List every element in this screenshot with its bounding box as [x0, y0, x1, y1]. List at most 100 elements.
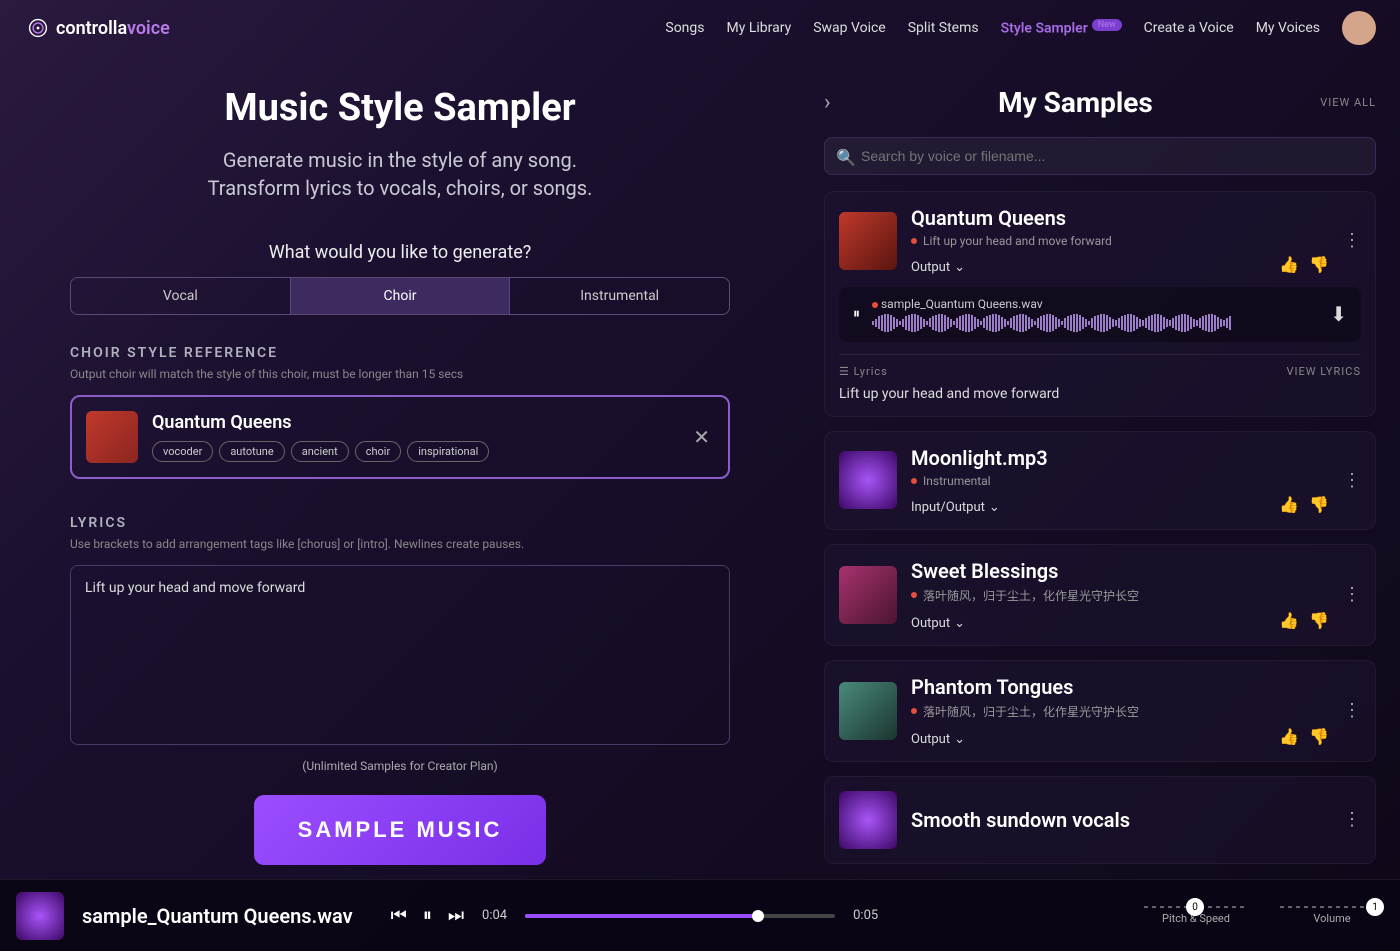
- lyrics-input[interactable]: [70, 565, 730, 745]
- pitch-speed-control: 0 Pitch & Speed: [1144, 906, 1248, 925]
- thumbs-down-icon[interactable]: 👎: [1309, 727, 1329, 746]
- sample-output-toggle[interactable]: Output ⌄: [911, 732, 965, 747]
- chip-autotune: autotune: [219, 441, 284, 462]
- pause-icon[interactable]: ⏸: [853, 306, 860, 322]
- player-thumbnail: [16, 892, 64, 940]
- thumbs-up-icon[interactable]: 👍: [1279, 611, 1299, 630]
- thumbs-up-icon[interactable]: 👍: [1279, 495, 1299, 514]
- search-input[interactable]: [824, 137, 1376, 175]
- sample-output-toggle[interactable]: Output ⌄: [911, 260, 965, 275]
- more-icon[interactable]: ⋮: [1343, 809, 1361, 830]
- thumbs-up-icon[interactable]: 👍: [1279, 727, 1299, 746]
- more-icon[interactable]: ⋮: [1343, 584, 1361, 605]
- more-icon[interactable]: ⋮: [1343, 230, 1361, 251]
- progress-bar[interactable]: [525, 914, 835, 918]
- player-track-name: sample_Quantum Queens.wav: [82, 904, 353, 928]
- nav-split-stems[interactable]: Split Stems: [908, 20, 979, 36]
- sample-card: Sweet Blessings 落叶随风，归于尘土，化作星光守护长空 Outpu…: [824, 544, 1376, 646]
- plan-note: (Unlimited Samples for Creator Plan): [70, 759, 730, 773]
- mode-tabs: VocalChoirInstrumental: [70, 277, 730, 315]
- logo-text: controllavoice: [56, 18, 170, 39]
- new-badge: New: [1092, 19, 1122, 31]
- time-position: 0:04: [482, 908, 507, 923]
- close-icon[interactable]: ✕: [689, 421, 714, 453]
- transport-controls: ⏮ ⏸ ⏭: [391, 905, 464, 926]
- reference-section-title: CHOIR STYLE REFERENCE: [70, 345, 730, 361]
- thumbs-down-icon[interactable]: 👎: [1309, 495, 1329, 514]
- sample-output-toggle[interactable]: Output ⌄: [911, 616, 965, 631]
- thumbs-up-icon[interactable]: 👍: [1279, 255, 1299, 274]
- sample-card: Phantom Tongues 落叶随风，归于尘土，化作星光守护长空 Outpu…: [824, 660, 1376, 762]
- generate-question: What would you like to generate?: [70, 242, 730, 263]
- chevron-right-icon[interactable]: ›: [824, 90, 831, 115]
- sample-title: Moonlight.mp3: [911, 446, 1329, 470]
- nav-my-voices[interactable]: My Voices: [1256, 20, 1320, 36]
- sample-card: Quantum Queens Lift up your head and mov…: [824, 191, 1376, 417]
- lyric-line: Lift up your head and move forward: [839, 386, 1361, 402]
- samples-header: › My Samples VIEW ALL: [824, 86, 1376, 119]
- lyrics-label: ☰ Lyrics: [839, 365, 888, 378]
- lyrics-section-title: LYRICS: [70, 515, 730, 531]
- nav-songs[interactable]: Songs: [665, 20, 704, 36]
- sample-thumbnail: [839, 451, 897, 509]
- more-icon[interactable]: ⋮: [1343, 700, 1361, 721]
- page-title: Music Style Sampler: [70, 86, 730, 130]
- waveform-visual[interactable]: [872, 314, 1318, 332]
- more-icon[interactable]: ⋮: [1343, 470, 1361, 491]
- volume-knob[interactable]: 1: [1366, 898, 1384, 916]
- nav-style-sampler[interactable]: Style SamplerNew: [1001, 20, 1122, 37]
- nav-my-library[interactable]: My Library: [727, 20, 792, 36]
- sample-output-toggle[interactable]: Input/Output ⌄: [911, 500, 1000, 515]
- sample-title: Sweet Blessings: [911, 559, 1329, 583]
- chip-inspirational: inspirational: [407, 441, 489, 462]
- tab-choir[interactable]: Choir: [290, 278, 510, 314]
- reference-chips: vocoder autotune ancient choirinspirational: [152, 441, 675, 462]
- nav-create-a-voice[interactable]: Create a Voice: [1144, 20, 1234, 36]
- logo-icon: [24, 14, 52, 42]
- sample-title: Phantom Tongues: [911, 675, 1329, 699]
- chip-vocoder: vocoder: [152, 441, 213, 462]
- waveform-row: ⏸ sample_Quantum Queens.wav ⬇: [839, 287, 1361, 342]
- samples-panel: › My Samples VIEW ALL 🔍 Quantum Queens L…: [800, 56, 1400, 879]
- pitch-slider[interactable]: 0: [1144, 906, 1248, 908]
- view-all-link[interactable]: VIEW ALL: [1320, 96, 1376, 109]
- time-duration: 0:05: [853, 908, 878, 923]
- chip-ancient: ancient: [291, 441, 349, 462]
- next-track-icon[interactable]: ⏭: [448, 905, 464, 926]
- main-nav: Songs My Library Swap Voice Split Stems Styl…: [665, 11, 1376, 45]
- generator-panel: Music Style Sampler Generate music in th…: [0, 56, 800, 879]
- lyrics-section: ☰ Lyrics VIEW LYRICS Lift up your head a…: [839, 354, 1361, 402]
- sample-thumbnail: [839, 212, 897, 270]
- chip-choir: choir: [355, 441, 402, 462]
- thumbs-down-icon[interactable]: 👎: [1309, 255, 1329, 274]
- chevron-down-icon: ⌄: [954, 732, 965, 747]
- prev-track-icon[interactable]: ⏮: [391, 905, 407, 926]
- volume-slider[interactable]: 1: [1280, 906, 1384, 908]
- user-avatar[interactable]: [1342, 11, 1376, 45]
- reference-card: Quantum Queens vocoderautotuneancientcho…: [70, 395, 730, 479]
- sample-subtitle: 落叶随风，归于尘土，化作星光守护长空: [911, 587, 1329, 604]
- pitch-knob[interactable]: 0: [1186, 898, 1204, 916]
- play-pause-icon[interactable]: ⏸: [423, 905, 432, 926]
- progress-handle[interactable]: [752, 910, 764, 922]
- top-header: controllavoice Songs My Library Swap Voice…: [0, 0, 1400, 56]
- sample-music-button[interactable]: SAMPLE MUSIC: [254, 795, 547, 865]
- sample-card: Moonlight.mp3 Instrumental Input/Output …: [824, 431, 1376, 530]
- reference-thumbnail: [86, 411, 138, 463]
- download-icon[interactable]: ⬇: [1330, 302, 1347, 326]
- volume-control: 1 Volume: [1280, 906, 1384, 925]
- sample-thumbnail: [839, 566, 897, 624]
- search-wrap: 🔍: [824, 137, 1376, 191]
- chevron-down-icon: ⌄: [954, 616, 965, 631]
- logo[interactable]: controllavoice: [24, 14, 170, 42]
- thumbs-down-icon[interactable]: 👎: [1309, 611, 1329, 630]
- samples-title: My Samples: [845, 86, 1307, 119]
- view-lyrics-link[interactable]: VIEW LYRICS: [1287, 365, 1361, 378]
- nav-swap-voice[interactable]: Swap Voice: [813, 20, 886, 36]
- tab-instrumental[interactable]: Instrumental: [509, 278, 729, 314]
- page-subtitle-2: Transform lyrics to vocals, choirs, or s…: [70, 174, 730, 202]
- player-bar: sample_Quantum Queens.wav ⏮ ⏸ ⏭ 0:04 0:0…: [0, 879, 1400, 951]
- chevron-down-icon: ⌄: [954, 260, 965, 275]
- tab-vocal[interactable]: Vocal: [71, 278, 290, 314]
- sample-card: Smooth sundown vocals ⋮: [824, 776, 1376, 864]
